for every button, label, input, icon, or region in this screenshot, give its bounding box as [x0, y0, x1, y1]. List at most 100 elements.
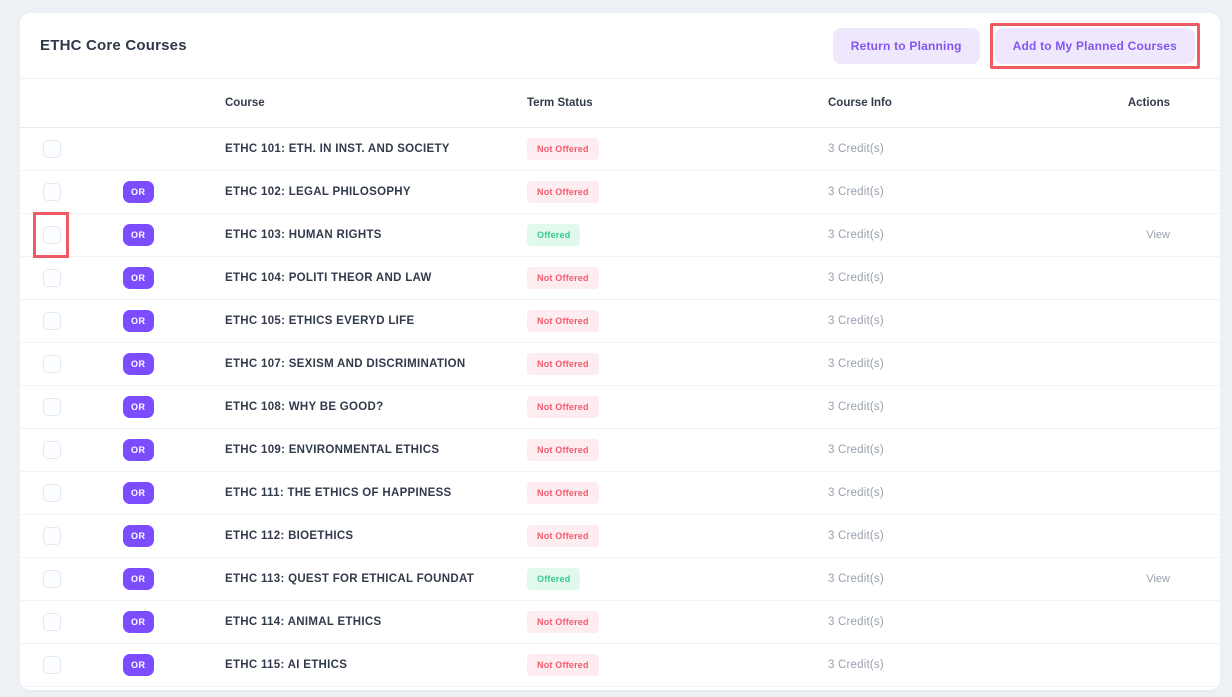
- or-badge-cell: OR: [123, 439, 154, 461]
- course-info-credits: 3 Credit(s): [828, 272, 884, 284]
- or-badge-cell: OR: [123, 353, 154, 375]
- or-badge-cell: OR: [123, 568, 154, 590]
- term-status-badge: Not Offered: [527, 611, 599, 633]
- or-badge: OR: [123, 654, 154, 676]
- table-row: OR ETHC 115: AI ETHICS Not Offered 3 Cre…: [20, 644, 1220, 687]
- course-checkbox[interactable]: [43, 183, 61, 201]
- courses-card: ETHC Core Courses Return to Planning Add…: [20, 13, 1220, 690]
- card-header: ETHC Core Courses Return to Planning Add…: [20, 13, 1220, 79]
- column-header-course: Course: [225, 97, 265, 109]
- or-badge: OR: [123, 568, 154, 590]
- table-row: OR ETHC 113: QUEST FOR ETHICAL FOUNDAT O…: [20, 558, 1220, 601]
- course-checkbox[interactable]: [43, 312, 61, 330]
- row-checkbox-cell: [43, 355, 61, 373]
- or-badge: OR: [123, 482, 154, 504]
- course-info-credits: 3 Credit(s): [828, 315, 884, 327]
- or-badge-cell: OR: [123, 482, 154, 504]
- row-checkbox-cell: [43, 527, 61, 545]
- annotation-box-add-button: Add to My Planned Courses: [990, 23, 1200, 69]
- course-checkbox[interactable]: [43, 613, 61, 631]
- course-info-credits: 3 Credit(s): [828, 358, 884, 370]
- course-info-credits: 3 Credit(s): [828, 616, 884, 628]
- course-table-body: ETHC 101: ETH. IN INST. AND SOCIETY Not …: [20, 128, 1220, 687]
- page-title: ETHC Core Courses: [40, 37, 187, 54]
- column-header-term-status: Term Status: [527, 97, 593, 109]
- return-to-planning-button[interactable]: Return to Planning: [833, 28, 980, 64]
- term-status-badge: Not Offered: [527, 654, 599, 676]
- row-checkbox-cell: [43, 269, 61, 287]
- course-name: ETHC 102: LEGAL PHILOSOPHY: [225, 186, 411, 198]
- row-checkbox-cell: [43, 484, 61, 502]
- term-status-badge: Not Offered: [527, 353, 599, 375]
- term-status-cell: Not Offered: [527, 310, 599, 332]
- table-row: OR ETHC 108: WHY BE GOOD? Not Offered 3 …: [20, 386, 1220, 429]
- course-info-credits: 3 Credit(s): [828, 143, 884, 155]
- course-name: ETHC 103: HUMAN RIGHTS: [225, 229, 382, 241]
- row-checkbox-cell: [43, 656, 61, 674]
- term-status-badge: Offered: [527, 568, 580, 590]
- view-link[interactable]: View: [1146, 573, 1170, 585]
- table-row: OR ETHC 102: LEGAL PHILOSOPHY Not Offere…: [20, 171, 1220, 214]
- course-info-credits: 3 Credit(s): [828, 573, 884, 585]
- view-link[interactable]: View: [1146, 229, 1170, 241]
- course-info-credits: 3 Credit(s): [828, 444, 884, 456]
- course-name: ETHC 115: AI ETHICS: [225, 659, 347, 671]
- course-checkbox[interactable]: [43, 398, 61, 416]
- course-info-credits: 3 Credit(s): [828, 659, 884, 671]
- term-status-badge: Not Offered: [527, 181, 599, 203]
- term-status-badge: Offered: [527, 224, 580, 246]
- term-status-cell: Offered: [527, 224, 580, 246]
- row-checkbox-cell: [43, 226, 61, 244]
- term-status-badge: Not Offered: [527, 439, 599, 461]
- course-checkbox[interactable]: [43, 441, 61, 459]
- table-row: OR ETHC 114: ANIMAL ETHICS Not Offered 3…: [20, 601, 1220, 644]
- term-status-cell: Not Offered: [527, 353, 599, 375]
- table-row: ETHC 101: ETH. IN INST. AND SOCIETY Not …: [20, 128, 1220, 171]
- or-badge: OR: [123, 611, 154, 633]
- course-info-credits: 3 Credit(s): [828, 186, 884, 198]
- row-checkbox-cell: [43, 312, 61, 330]
- term-status-cell: Not Offered: [527, 439, 599, 461]
- or-badge-cell: OR: [123, 654, 154, 676]
- or-badge-cell: OR: [123, 181, 154, 203]
- table-row: OR ETHC 107: SEXISM AND DISCRIMINATION N…: [20, 343, 1220, 386]
- course-checkbox[interactable]: [43, 656, 61, 674]
- add-to-planned-courses-button[interactable]: Add to My Planned Courses: [995, 28, 1195, 64]
- course-name: ETHC 107: SEXISM AND DISCRIMINATION: [225, 358, 466, 370]
- course-name: ETHC 111: THE ETHICS OF HAPPINESS: [225, 487, 452, 499]
- row-checkbox-cell: [43, 183, 61, 201]
- course-checkbox[interactable]: [43, 484, 61, 502]
- or-badge-cell: OR: [123, 224, 154, 246]
- term-status-badge: Not Offered: [527, 396, 599, 418]
- row-checkbox-cell: [43, 613, 61, 631]
- term-status-cell: Not Offered: [527, 181, 599, 203]
- or-badge-cell: OR: [123, 525, 154, 547]
- term-status-cell: Not Offered: [527, 267, 599, 289]
- course-checkbox[interactable]: [43, 355, 61, 373]
- or-badge: OR: [123, 267, 154, 289]
- or-badge: OR: [123, 439, 154, 461]
- course-checkbox[interactable]: [43, 226, 61, 244]
- course-checkbox[interactable]: [43, 140, 61, 158]
- or-badge: OR: [123, 224, 154, 246]
- or-badge: OR: [123, 396, 154, 418]
- course-name: ETHC 104: POLITI THEOR AND LAW: [225, 272, 432, 284]
- course-checkbox[interactable]: [43, 269, 61, 287]
- term-status-badge: Not Offered: [527, 138, 599, 160]
- table-row: OR ETHC 105: ETHICS EVERYD LIFE Not Offe…: [20, 300, 1220, 343]
- or-badge-cell: OR: [123, 396, 154, 418]
- course-checkbox[interactable]: [43, 570, 61, 588]
- course-checkbox[interactable]: [43, 527, 61, 545]
- or-badge-cell: OR: [123, 267, 154, 289]
- or-badge: OR: [123, 181, 154, 203]
- course-info-credits: 3 Credit(s): [828, 401, 884, 413]
- table-row: OR ETHC 111: THE ETHICS OF HAPPINESS Not…: [20, 472, 1220, 515]
- column-header-actions: Actions: [1128, 97, 1170, 109]
- or-badge: OR: [123, 310, 154, 332]
- course-info-credits: 3 Credit(s): [828, 487, 884, 499]
- course-name: ETHC 101: ETH. IN INST. AND SOCIETY: [225, 143, 450, 155]
- row-checkbox-cell: [43, 441, 61, 459]
- or-badge-cell: OR: [123, 310, 154, 332]
- table-row: OR ETHC 103: HUMAN RIGHTS Offered 3 Cred…: [20, 214, 1220, 257]
- course-name: ETHC 113: QUEST FOR ETHICAL FOUNDAT: [225, 573, 474, 585]
